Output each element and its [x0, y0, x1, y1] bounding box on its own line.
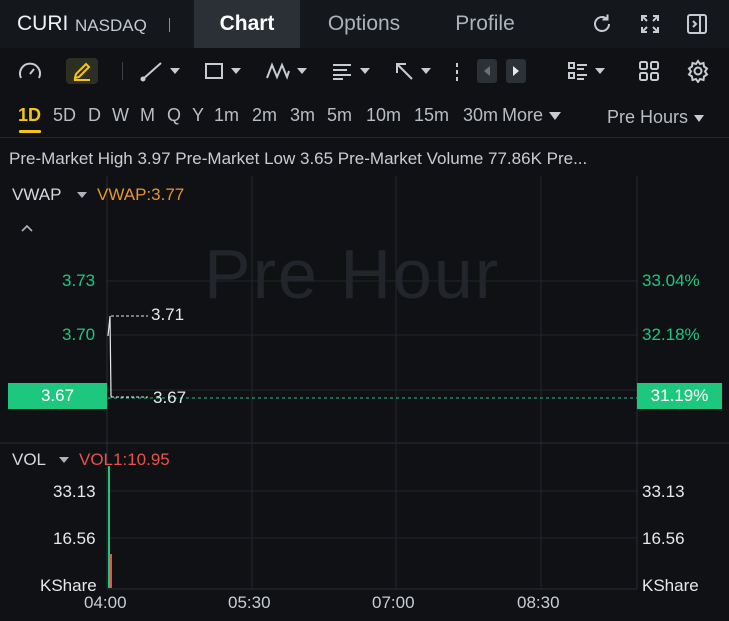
period-q[interactable]: Q: [167, 105, 181, 126]
nav-right-icon[interactable]: [506, 59, 526, 83]
time-axis-label: 04:00: [84, 593, 127, 612]
more-periods-dropdown[interactable]: More: [502, 105, 562, 126]
period-2m[interactable]: 2m: [252, 105, 277, 126]
drawing-toolbar: [0, 48, 729, 94]
stock-symbol: CURI: [17, 12, 69, 35]
settings-icon[interactable]: [686, 58, 710, 84]
period-1m[interactable]: 1m: [214, 105, 239, 126]
volume-bars: [108, 466, 112, 588]
wave-pattern-icon[interactable]: [265, 58, 307, 84]
expand-icon[interactable]: [638, 12, 662, 36]
period-5d[interactable]: 5D: [53, 105, 76, 126]
session-dropdown[interactable]: Pre Hours: [607, 107, 705, 128]
refresh-icon[interactable]: [590, 12, 614, 36]
period-10m[interactable]: 10m: [366, 105, 401, 126]
header-divider: [169, 18, 170, 32]
trendline-icon[interactable]: [140, 58, 180, 84]
chevron-down-icon: [549, 112, 562, 121]
period-bar: 1D 5D D W M Q Y 1m 2m 3m 5m 10m 15m 30m …: [0, 94, 729, 138]
exchange-label: NASDAQ: [75, 16, 147, 35]
chevron-down-icon: [421, 68, 431, 74]
time-axis-label: 05:30: [228, 593, 271, 612]
chevron-down-icon: [170, 68, 180, 74]
ellipsis-vertical-icon[interactable]: [454, 58, 460, 84]
chevron-down-icon: [694, 114, 705, 122]
pre-market-stats: Pre-Market High 3.97 Pre-Market Low 3.65…: [9, 149, 588, 168]
time-axis-label: 07:00: [372, 593, 415, 612]
nav-left-icon[interactable]: [477, 59, 497, 83]
period-m[interactable]: M: [140, 105, 155, 126]
chevron-down-icon: [297, 68, 307, 74]
layout-list-icon[interactable]: [567, 58, 605, 84]
gauge-icon[interactable]: [17, 58, 43, 84]
period-y[interactable]: Y: [192, 105, 204, 126]
tab-options[interactable]: Options: [304, 0, 424, 48]
chart-area[interactable]: Pre Hour VWAP VWAP:3.77 3.73 3.70 33.04%…: [0, 176, 729, 621]
period-w[interactable]: W: [112, 105, 129, 126]
arrow-icon[interactable]: [393, 58, 431, 84]
period-1d[interactable]: 1D: [18, 105, 41, 126]
session-label: Pre Hours: [607, 107, 689, 127]
period-d[interactable]: D: [88, 105, 101, 126]
header-bar: CURI NASDAQ Chart Options Profile: [0, 0, 729, 48]
more-label: More: [502, 105, 544, 125]
fib-lines-icon[interactable]: [330, 58, 370, 84]
tab-chart[interactable]: Chart: [194, 0, 300, 48]
chevron-down-icon: [595, 68, 605, 74]
toolbar-divider: [122, 62, 123, 80]
grid-icon[interactable]: [638, 58, 660, 84]
period-15m[interactable]: 15m: [414, 105, 449, 126]
period-5m[interactable]: 5m: [327, 105, 352, 126]
draw-pen-icon[interactable]: [66, 58, 98, 84]
chevron-down-icon: [360, 68, 370, 74]
tab-profile[interactable]: Profile: [430, 0, 540, 48]
time-axis-label: 08:30: [517, 593, 560, 612]
chevron-down-icon: [231, 68, 241, 74]
period-30m[interactable]: 30m: [463, 105, 498, 126]
period-3m[interactable]: 3m: [290, 105, 315, 126]
rectangle-icon[interactable]: [203, 58, 241, 84]
collapse-panel-icon[interactable]: [685, 12, 709, 36]
period-active-indicator: [19, 130, 41, 133]
